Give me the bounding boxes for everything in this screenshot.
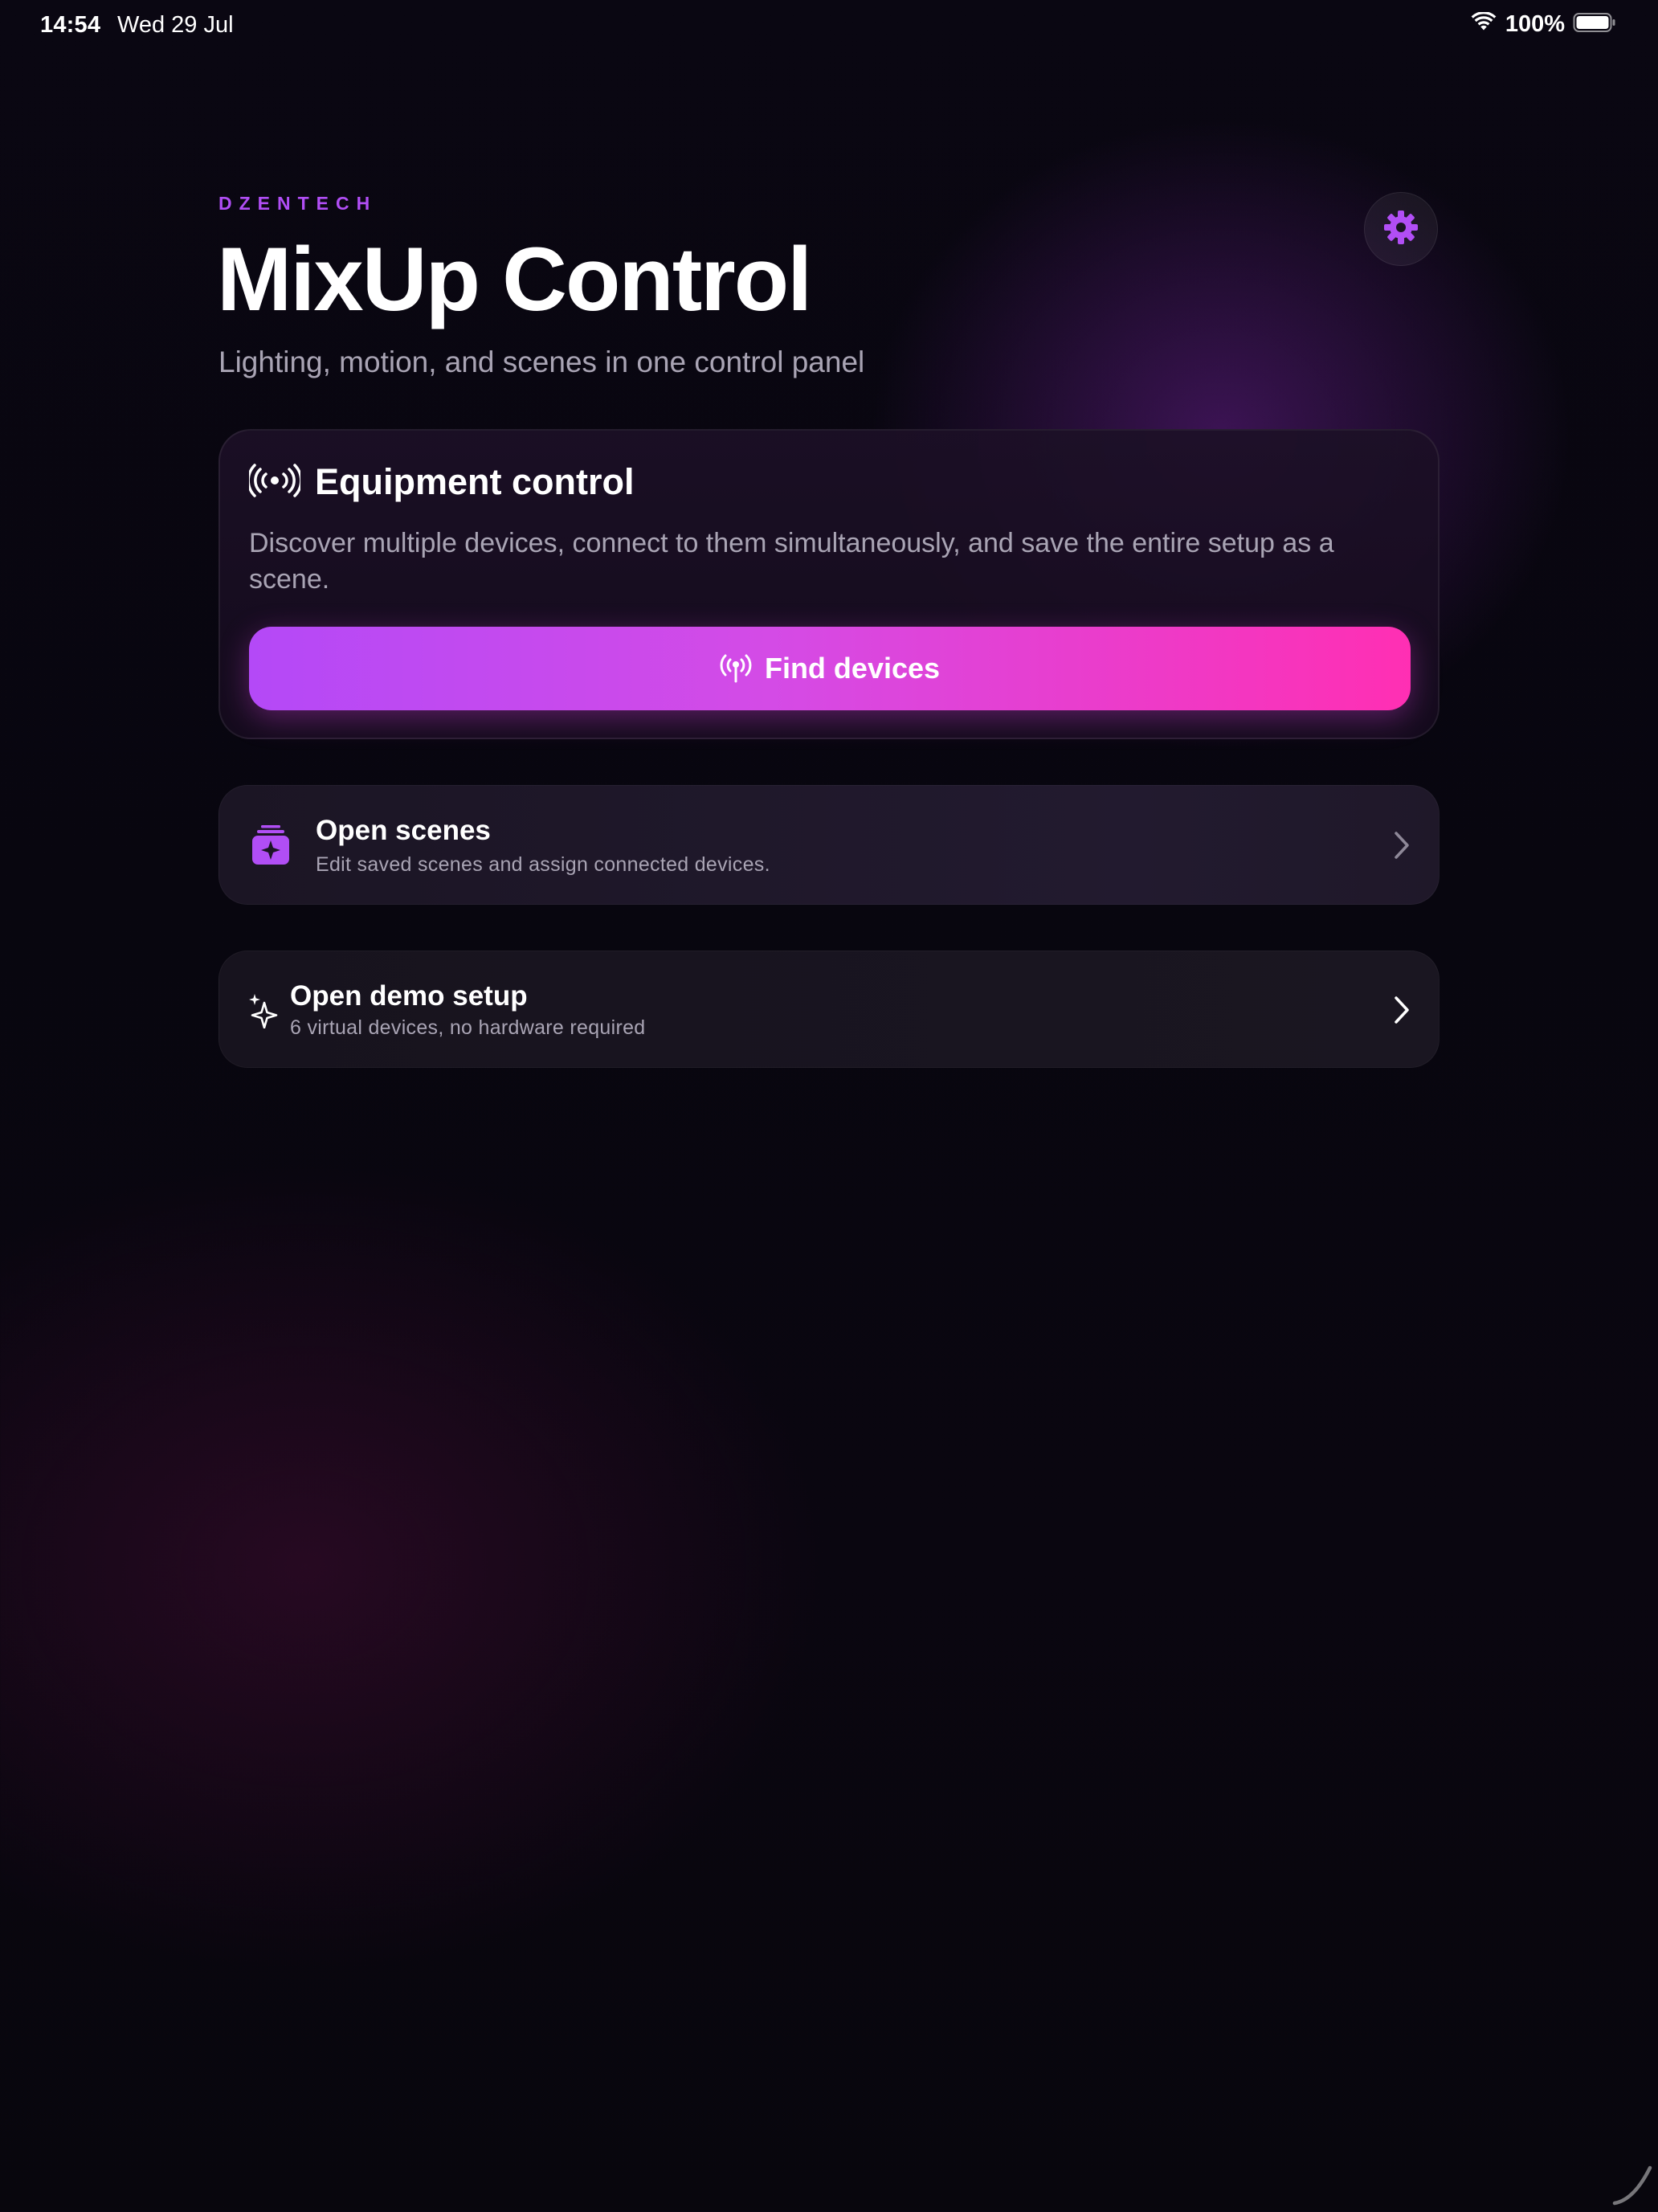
equipment-card-header: Equipment control [247, 461, 635, 503]
open-demo-title: Open demo setup [290, 980, 528, 1012]
wifi-icon [1470, 11, 1497, 37]
sparkles-icon [248, 993, 280, 1032]
settings-button[interactable] [1364, 192, 1438, 266]
gear-icon [1382, 209, 1419, 250]
chevron-right-icon [1392, 829, 1411, 861]
open-demo-row[interactable]: Open demo setup 6 virtual devices, no ha… [218, 951, 1440, 1068]
find-devices-button[interactable]: Find devices [249, 627, 1411, 710]
status-time: 14:54 [40, 12, 101, 38]
find-devices-label: Find devices [764, 652, 941, 685]
brand-label: DZENTECH [218, 193, 378, 214]
status-indicators: 100% [1470, 11, 1616, 38]
equipment-control-card: Equipment control Discover multiple devi… [218, 429, 1440, 739]
equipment-card-title: Equipment control [315, 461, 635, 502]
open-scenes-subtitle: Edit saved scenes and assign connected d… [316, 853, 770, 876]
page-subtitle: Lighting, motion, and scenes in one cont… [218, 345, 865, 378]
battery-percent: 100% [1505, 11, 1565, 37]
open-scenes-row[interactable]: Open scenes Edit saved scenes and assign… [218, 785, 1440, 905]
equipment-card-description: Discover multiple devices, connect to th… [249, 528, 1334, 595]
status-date: Wed 29 Jul [117, 12, 234, 38]
chevron-right-icon [1392, 994, 1411, 1026]
antenna-icon [720, 652, 752, 686]
open-demo-subtitle: 6 virtual devices, no hardware required [290, 1016, 646, 1039]
status-bar: 14:54 Wed 29 Jul 100% [0, 0, 1658, 51]
scenes-stack-icon [251, 824, 290, 870]
open-scenes-title: Open scenes [316, 815, 491, 846]
corner-swipe-indicator[interactable] [1610, 2163, 1655, 2208]
battery-icon [1573, 12, 1616, 37]
broadcast-icon [247, 463, 303, 502]
page-title: MixUp Control [217, 229, 812, 329]
